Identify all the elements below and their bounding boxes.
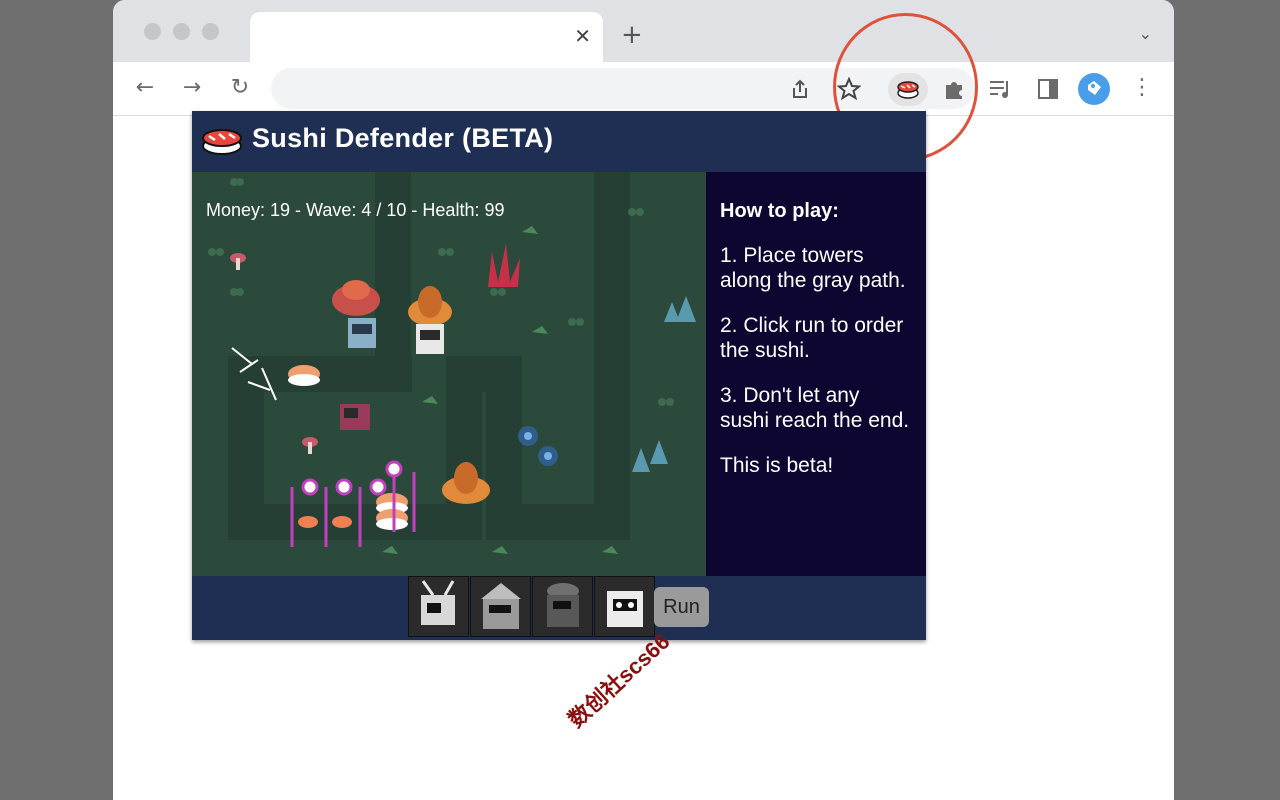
reload-icon[interactable]: ↻ xyxy=(226,74,254,102)
browser-toolbar: ← → ↻ ⋮ xyxy=(113,62,1174,116)
profile-tag-icon xyxy=(1088,81,1101,95)
sushi-defender-popup: Sushi Defender (BETA) Money: 19 - Wave: … xyxy=(192,111,926,640)
sushi-extension-icon xyxy=(897,81,919,99)
map-canvas xyxy=(192,172,706,576)
game-title: Sushi Defender (BETA) xyxy=(252,123,554,153)
tower-slot-4[interactable] xyxy=(594,576,655,637)
tower-slot-3[interactable] xyxy=(532,576,593,637)
puzzle-icon[interactable] xyxy=(941,76,967,102)
tower-1-icon xyxy=(409,577,468,636)
new-tab-button[interactable]: + xyxy=(621,20,643,50)
game-stats: Money: 19 - Wave: 4 / 10 - Health: 99 xyxy=(206,200,505,220)
instructions-panel: How to play: 1. Place towers along the g… xyxy=(706,172,926,576)
tower-slot-2[interactable] xyxy=(470,576,531,637)
instruction-step-3: 3. Don't let any sushi reach the end. xyxy=(720,384,910,432)
close-window-button[interactable] xyxy=(144,23,161,40)
tab-search-chevron-icon[interactable]: ⌄ xyxy=(1139,24,1152,43)
back-icon[interactable]: ← xyxy=(131,74,159,102)
game-map[interactable]: Money: 19 - Wave: 4 / 10 - Health: 99 xyxy=(192,172,706,576)
tower-slot-1[interactable] xyxy=(408,576,469,637)
run-button[interactable]: Run xyxy=(654,587,709,627)
share-icon[interactable] xyxy=(789,78,811,100)
reading-list-icon[interactable] xyxy=(988,77,1014,101)
instruction-step-1: 1. Place towers along the gray path. xyxy=(720,244,906,292)
tower-selection-bar: Run xyxy=(192,576,926,640)
extension-button-active[interactable] xyxy=(888,73,928,106)
beta-note: This is beta! xyxy=(720,454,834,477)
bookmark-star-icon[interactable] xyxy=(837,77,861,101)
side-panel-icon[interactable] xyxy=(1036,77,1060,101)
active-tab[interactable]: ✕ xyxy=(250,12,603,62)
popup-header: Sushi Defender (BETA) xyxy=(192,111,926,172)
minimize-window-button[interactable] xyxy=(173,23,190,40)
kebab-menu-icon[interactable]: ⋮ xyxy=(1128,74,1156,102)
tower-2-icon xyxy=(471,577,530,636)
tab-close-icon[interactable]: ✕ xyxy=(574,24,591,48)
instruction-step-2: 2. Click run to order the sushi. xyxy=(720,314,904,362)
profile-avatar[interactable] xyxy=(1078,73,1110,105)
maximize-window-button[interactable] xyxy=(202,23,219,40)
tab-strip: ✕ + ⌄ xyxy=(113,0,1174,62)
forward-icon[interactable]: → xyxy=(178,74,206,102)
tower-3-icon xyxy=(533,577,592,636)
sushi-logo-icon xyxy=(202,129,242,155)
instructions-heading: How to play: xyxy=(720,200,839,222)
address-bar[interactable] xyxy=(271,68,975,109)
tower-4-icon xyxy=(595,577,654,636)
